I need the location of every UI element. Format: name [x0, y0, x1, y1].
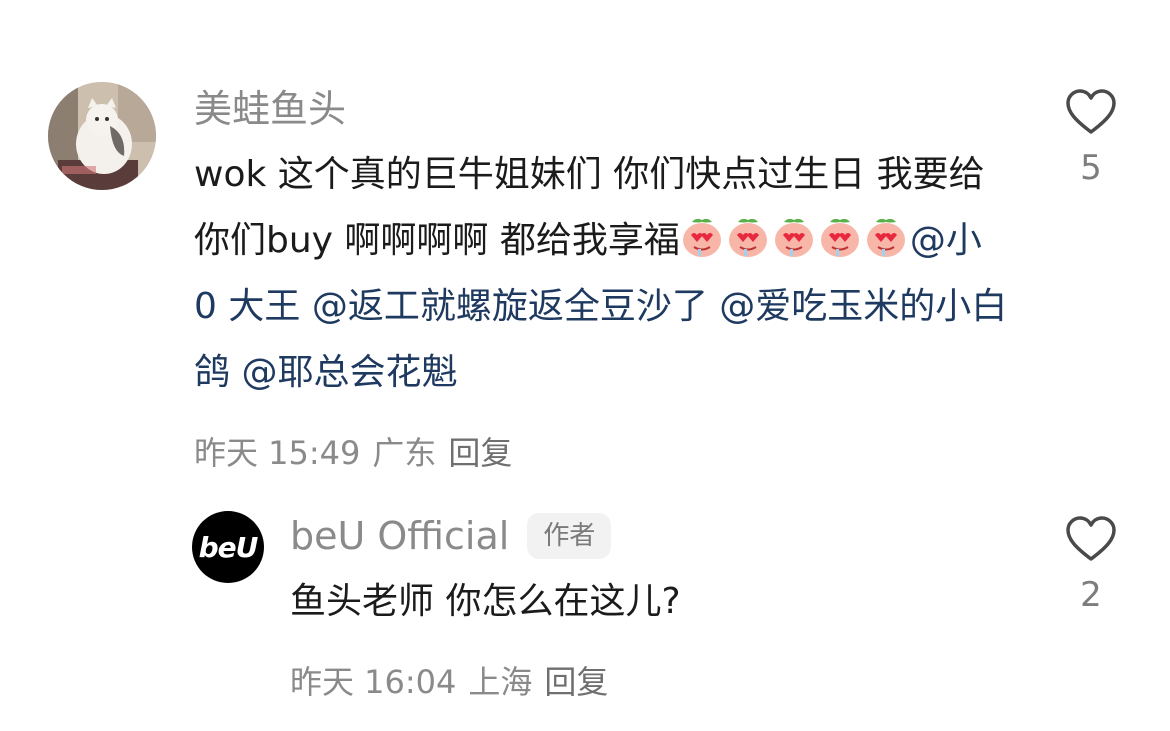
- comment-location: 广东: [372, 434, 437, 472]
- avatar[interactable]: beU: [192, 511, 264, 583]
- avatar[interactable]: [48, 82, 156, 190]
- comment-meta: 昨天 15:49 广东 回复: [194, 428, 1014, 474]
- comment-item: 美蛙鱼头 wok 这个真的巨牛姐妹们 你们快点过生日 我要给你们buy 啊啊啊啊…: [0, 78, 1170, 478]
- heart-outline-icon[interactable]: [1065, 88, 1117, 136]
- reply-button[interactable]: 回复: [544, 657, 608, 703]
- comment-text: wok 这个真的巨牛姐妹们 你们快点过生日 我要给你们buy 啊啊啊啊 都给我享…: [194, 142, 1014, 406]
- username[interactable]: beU Official 作者: [290, 505, 1010, 567]
- mention-link[interactable]: @耶总会花魁: [241, 352, 457, 393]
- comment-location: 上海: [468, 663, 533, 701]
- like-control[interactable]: 5: [1064, 88, 1118, 188]
- cat-avatar-image: [48, 82, 156, 190]
- like-count: 2: [1080, 575, 1102, 615]
- author-badge: 作者: [527, 513, 612, 559]
- username[interactable]: 美蛙鱼头: [194, 78, 1014, 140]
- heart-outline-icon[interactable]: [1065, 515, 1117, 563]
- like-count: 5: [1080, 148, 1102, 188]
- heart-eyes-peach-emoji-icon: [726, 216, 770, 260]
- comment-body: beU Official 作者 鱼头老师 你怎么在这儿? 昨天 16:04 上海…: [290, 505, 1010, 703]
- reply-button[interactable]: 回复: [448, 428, 512, 474]
- heart-eyes-peach-emoji-icon: [818, 216, 862, 260]
- heart-eyes-peach-emoji-icon: [772, 216, 816, 260]
- like-control[interactable]: 2: [1064, 515, 1118, 615]
- avatar-logo-text: beU: [198, 530, 259, 564]
- comment-meta: 昨天 16:04 上海 回复: [290, 657, 1010, 703]
- comment-text: 鱼头老师 你怎么在这儿?: [290, 581, 681, 622]
- username-text[interactable]: beU Official: [290, 505, 509, 567]
- reply-item: beU beU Official 作者 鱼头老师 你怎么在这儿? 昨天 16:0…: [0, 505, 1170, 705]
- username-text[interactable]: 美蛙鱼头: [194, 78, 346, 140]
- heart-eyes-peach-emoji-icon: [864, 216, 908, 260]
- comment-body: 美蛙鱼头 wok 这个真的巨牛姐妹们 你们快点过生日 我要给你们buy 啊啊啊啊…: [194, 78, 1014, 474]
- comment-date: 昨天 15:49: [194, 434, 361, 472]
- heart-eyes-peach-emoji-icon: [680, 216, 724, 260]
- mention-link[interactable]: @返工就螺旋返全豆沙了: [312, 286, 708, 327]
- comment-date: 昨天 16:04: [290, 663, 457, 701]
